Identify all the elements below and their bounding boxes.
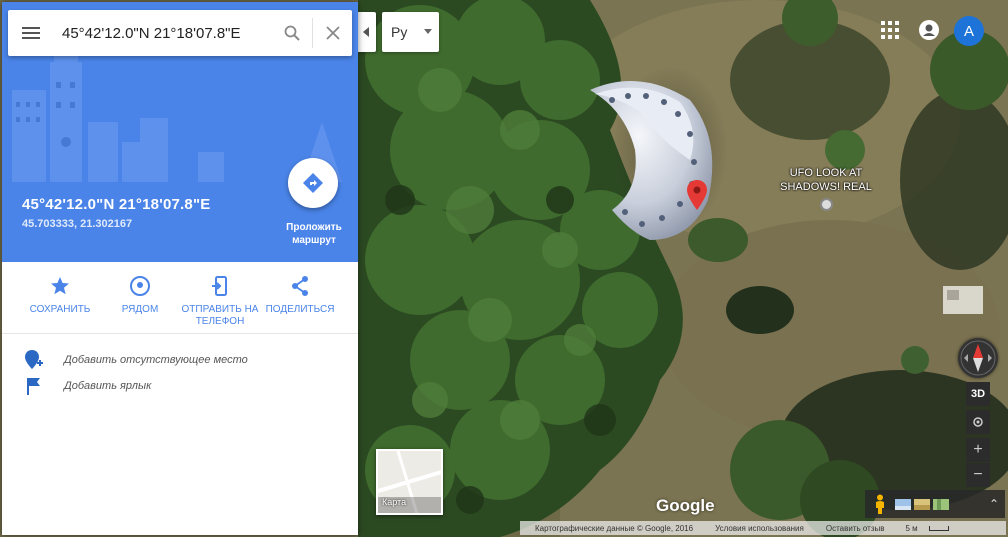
scale-label: 5 м	[905, 523, 918, 533]
compass-icon	[960, 340, 996, 376]
minus-icon: −	[973, 466, 983, 483]
imagery-thumb-3[interactable]	[933, 498, 949, 510]
send-to-phone-label: Отправить на телефон	[181, 304, 259, 327]
feedback-link[interactable]: Оставить отзыв	[826, 524, 885, 533]
zoom-out-button[interactable]: −	[966, 463, 990, 487]
my-location-button[interactable]	[966, 410, 990, 434]
send-to-phone-button[interactable]: Отправить на телефон	[178, 274, 262, 328]
poi-label[interactable]: UFO LOOK AT SHADOWS! REAL	[770, 166, 882, 194]
star-icon	[51, 277, 69, 295]
save-label: Сохранить	[29, 304, 91, 315]
my-location-icon	[973, 417, 983, 427]
map-type-label: Карта	[382, 497, 407, 507]
language-value: Ру	[391, 24, 408, 40]
nearby-button[interactable]: Рядом	[98, 274, 182, 316]
tilt-3d-button[interactable]: 3D	[966, 382, 990, 406]
imagery-thumb-2[interactable]	[914, 498, 930, 510]
share-icon	[292, 276, 308, 296]
place-title: 45°42'12.0"N 21°18'07.8"E	[22, 196, 211, 213]
imagery-tray: ⌃	[865, 490, 1005, 518]
close-icon	[325, 26, 340, 40]
share-label: Поделиться	[265, 304, 335, 315]
action-bar: Сохранить Рядом Отправить на телефон Под…	[2, 264, 358, 334]
save-button[interactable]: Сохранить	[18, 274, 102, 316]
add-label-row[interactable]: Добавить ярлык	[2, 373, 358, 399]
nearby-label: Рядом	[121, 304, 159, 315]
account-avatar[interactable]: A	[954, 16, 984, 46]
scale-bar	[928, 525, 949, 531]
add-missing-place-row[interactable]: Добавить отсутствующее место	[2, 347, 358, 373]
clear-search-button[interactable]	[312, 18, 352, 48]
terms-link[interactable]: Условия использования	[715, 524, 804, 533]
flag-icon	[23, 377, 45, 395]
search-button[interactable]	[272, 10, 312, 56]
street-view-pegman[interactable]	[868, 490, 892, 518]
chevron-down-icon	[424, 29, 432, 34]
chevron-left-icon	[363, 27, 369, 37]
place-decimal-coords: 45.703333, 21.302167	[22, 218, 133, 230]
place-panel: 45°42'12.0"N 21°18'07.8"E 45.703333, 21.…	[2, 2, 358, 535]
compass-button[interactable]	[958, 338, 998, 378]
language-select[interactable]: Ру	[382, 12, 439, 52]
imagery-thumb-1[interactable]	[895, 498, 911, 510]
map-footer: Картографические данные © Google, 2016 У…	[520, 521, 1006, 535]
directions-button[interactable]	[288, 158, 338, 208]
map-type-toggle[interactable]: Карта	[376, 449, 443, 515]
add-label-label: Добавить ярлык	[64, 380, 152, 392]
search-input[interactable]	[54, 18, 272, 48]
search-box	[8, 10, 352, 56]
share-button[interactable]: Поделиться	[258, 274, 342, 316]
directions-label[interactable]: Проложить маршрут	[274, 221, 354, 247]
nearby-icon	[130, 276, 150, 296]
poi-marker-icon[interactable]	[820, 198, 833, 211]
collapse-panel-button[interactable]	[358, 12, 376, 52]
attribution-text: Картографические данные © Google, 2016	[535, 523, 694, 533]
menu-button[interactable]	[8, 10, 54, 56]
apps-grid-icon[interactable]	[880, 20, 900, 40]
directions-icon	[303, 173, 323, 193]
expand-up-icon[interactable]: ⌃	[989, 497, 999, 511]
add-place-icon	[23, 350, 45, 370]
zoom-in-button[interactable]: +	[966, 438, 990, 462]
plus-icon: +	[973, 441, 983, 458]
hamburger-icon	[22, 32, 40, 34]
pegman-icon	[876, 494, 884, 514]
location-pin-icon[interactable]	[687, 180, 707, 210]
google-logo: Google	[656, 496, 715, 515]
notifications-icon[interactable]	[918, 19, 940, 41]
search-icon	[284, 25, 300, 41]
add-missing-place-label: Добавить отсутствующее место	[64, 354, 248, 366]
send-to-phone-icon	[212, 276, 227, 296]
